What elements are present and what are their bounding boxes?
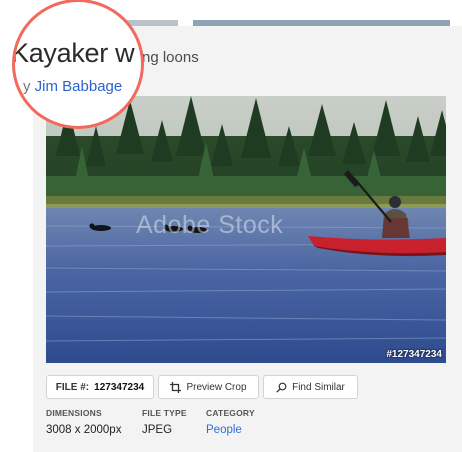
- asset-preview-image[interactable]: Adobe Stock #127347234: [46, 96, 446, 363]
- category-detail: CATEGORY People: [206, 408, 255, 436]
- dimensions-value: 3008 x 2000px: [46, 424, 122, 436]
- byline: y Jim Babbage: [23, 78, 122, 95]
- crop-icon: [170, 381, 182, 393]
- preview-crop-button[interactable]: Preview Crop: [158, 375, 259, 399]
- stock-id-overlay: #127347234: [386, 349, 442, 360]
- search-icon: [276, 382, 287, 393]
- zoom-highlight-circle: Kayaker w y Jim Babbage: [12, 0, 144, 129]
- filetype-detail: FILE TYPE JPEG: [142, 408, 187, 436]
- find-similar-label: Find Similar: [292, 381, 345, 393]
- byline-prefix: y: [23, 78, 31, 95]
- preview-crop-label: Preview Crop: [186, 381, 247, 393]
- category-label: CATEGORY: [206, 408, 255, 418]
- filetype-value: JPEG: [142, 424, 173, 436]
- asset-title-rest: ng loons: [142, 49, 199, 66]
- dimensions-detail: DIMENSIONS 3008 x 2000px: [46, 408, 121, 436]
- filetype-label: FILE TYPE: [142, 408, 187, 418]
- asset-title-zoomed: Kayaker w: [12, 38, 135, 68]
- file-number-value: 127347234: [94, 381, 145, 393]
- category-link[interactable]: People: [206, 424, 255, 436]
- find-similar-button[interactable]: Find Similar: [263, 375, 358, 399]
- file-number-button[interactable]: FILE #: 127347234: [46, 375, 154, 399]
- file-number-label: FILE #:: [55, 381, 90, 393]
- stock-watermark: Adobe Stock: [136, 211, 284, 239]
- dimensions-label: DIMENSIONS: [46, 408, 102, 418]
- author-link[interactable]: Jim Babbage: [35, 78, 123, 95]
